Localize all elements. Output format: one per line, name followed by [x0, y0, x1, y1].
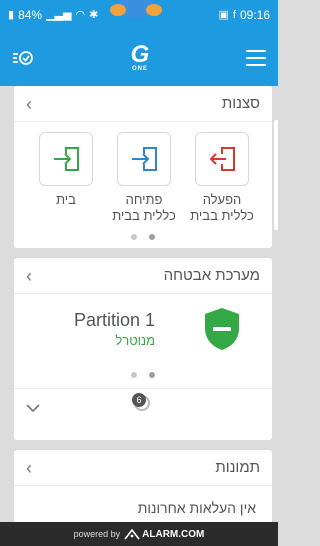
security-card: ‹ מערכת אבטחה Partition 1 מנוטרל 6: [14, 258, 272, 440]
door-exit-icon: [209, 147, 235, 171]
scene-home-button[interactable]: [39, 132, 93, 186]
pager-dot[interactable]: [131, 234, 137, 240]
chevron-left-icon[interactable]: ‹: [26, 459, 32, 477]
door-enter-icon: [132, 147, 157, 171]
partition-row[interactable]: Partition 1 מנוטרל: [14, 294, 272, 352]
scene-open-all-button[interactable]: [117, 132, 171, 186]
scene-label: בית: [56, 192, 76, 207]
scenes-title: סצנות: [221, 95, 260, 112]
status-left: ▮ 84% ▁▃▅ ◠ ✱: [8, 8, 98, 22]
images-empty-text: אין העלאות אחרונות: [137, 500, 256, 516]
battery-level: 84%: [18, 8, 43, 22]
images-card: ‹ תמונות אין העלאות אחרונות: [14, 450, 272, 526]
clock: 09:16: [239, 8, 270, 22]
mascot-icon: [110, 0, 162, 18]
logo-subtitle: ONE: [131, 66, 148, 72]
images-title: תמונות: [215, 459, 260, 476]
scene-arm-all[interactable]: הפעלה כללית בבית: [190, 132, 254, 224]
chevron-left-icon[interactable]: ‹: [26, 95, 32, 113]
partition-text: Partition 1 מנוטרל: [74, 310, 155, 348]
side-edge: [274, 120, 278, 230]
scenes-card: ‹ סצנות בית פתיחה כללית בבית הפעלה כללית…: [14, 86, 272, 248]
security-pager: [14, 372, 272, 378]
alarm-brand: ALARM.COM: [142, 528, 205, 540]
battery-icon: ▮: [8, 8, 15, 21]
app-logo: G ONE: [130, 41, 150, 73]
powered-by-bar: powered by ALARM.COM: [0, 522, 278, 546]
scene-open-all[interactable]: פתיחה כללית בבית: [112, 132, 176, 224]
scene-home[interactable]: בית: [34, 132, 98, 224]
door-enter-icon: [54, 147, 79, 171]
history-check-icon[interactable]: [12, 48, 34, 68]
security-title: מערכת אבטחה: [163, 267, 260, 284]
wifi-icon: ◠: [75, 8, 86, 21]
scene-list: בית פתיחה כללית בבית הפעלה כללית בבית: [14, 122, 272, 224]
scene-label: פתיחה כללית בבית: [112, 192, 176, 223]
images-header[interactable]: ‹ תמונות: [14, 450, 272, 486]
pager-dot[interactable]: [131, 372, 137, 378]
powered-by-text: powered by: [73, 529, 121, 539]
partition-name: Partition 1: [74, 310, 156, 330]
chevron-left-icon[interactable]: ‹: [26, 267, 32, 285]
shield-disarmed-icon[interactable]: [202, 306, 242, 352]
pager-dot-active[interactable]: [149, 372, 155, 378]
scene-label: הפעלה כללית בבית: [190, 192, 254, 223]
scenes-header[interactable]: ‹ סצנות: [14, 86, 272, 122]
bluetooth-icon: ✱: [89, 8, 99, 21]
status-right: ▣ f 09:16: [219, 8, 271, 22]
instagram-icon: ▣: [218, 8, 229, 21]
pager-dot-active[interactable]: [149, 234, 155, 240]
security-header[interactable]: ‹ מערכת אבטחה: [14, 258, 272, 294]
alarm-logo: ALARM.COM: [124, 528, 204, 540]
alarm-logo-icon: [124, 528, 140, 540]
notification-badge: 6: [132, 393, 146, 407]
partition-status: מנוטרל: [115, 333, 156, 348]
hamburger-menu-icon[interactable]: [245, 50, 266, 66]
facebook-icon: f: [232, 8, 236, 21]
app-bar: G ONE: [0, 30, 278, 86]
signal-icon: ▁▃▅: [46, 8, 72, 21]
scenes-pager: [14, 234, 272, 240]
security-footer: 6: [14, 388, 272, 426]
chevron-down-icon[interactable]: [26, 403, 40, 413]
scene-arm-all-button[interactable]: [195, 132, 249, 186]
logo-mark: G: [130, 41, 150, 68]
notification-indicator[interactable]: 6: [132, 393, 152, 413]
